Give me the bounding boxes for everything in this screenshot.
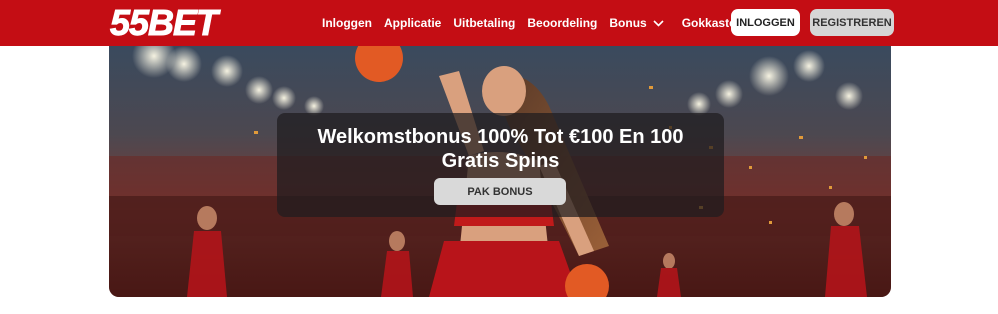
register-button[interactable]: REGISTREREN [810,9,894,36]
svg-text:55BET: 55BET [110,4,221,40]
site-header: 55BET Inloggen Applicatie Uitbetaling Be… [0,0,998,46]
chevron-down-icon[interactable] [653,19,664,27]
nav-item-label: Uitbetaling [453,16,516,30]
promo-title: Welkomstbonus 100% Tot €100 En 100 Grati… [317,126,684,172]
nav-item-uitbetaling[interactable]: Uitbetaling [453,16,515,30]
nav-item-bonus[interactable]: Bonus [609,16,669,30]
nav-item-label: Inloggen [322,16,372,30]
nav-item-applicatie[interactable]: Applicatie [384,16,441,30]
nav-item-label: Beoordeling [527,16,598,30]
nav-item-inloggen[interactable]: Inloggen [322,16,372,30]
login-button[interactable]: INLOGGEN [731,9,800,36]
hero-banner: Welkomstbonus 100% Tot €100 En 100 Grati… [109,46,891,297]
main-nav: Inloggen Applicatie Uitbetaling Beoordel… [322,0,755,46]
site-logo[interactable]: 55BET [108,4,268,40]
nav-item-beoordeling[interactable]: Beoordeling [527,16,597,30]
nav-item-label: Applicatie [384,16,442,30]
nav-item-label: Bonus [609,16,647,30]
promo-panel: Welkomstbonus 100% Tot €100 En 100 Grati… [277,113,724,217]
claim-bonus-button[interactable]: PAK BONUS [434,178,566,205]
